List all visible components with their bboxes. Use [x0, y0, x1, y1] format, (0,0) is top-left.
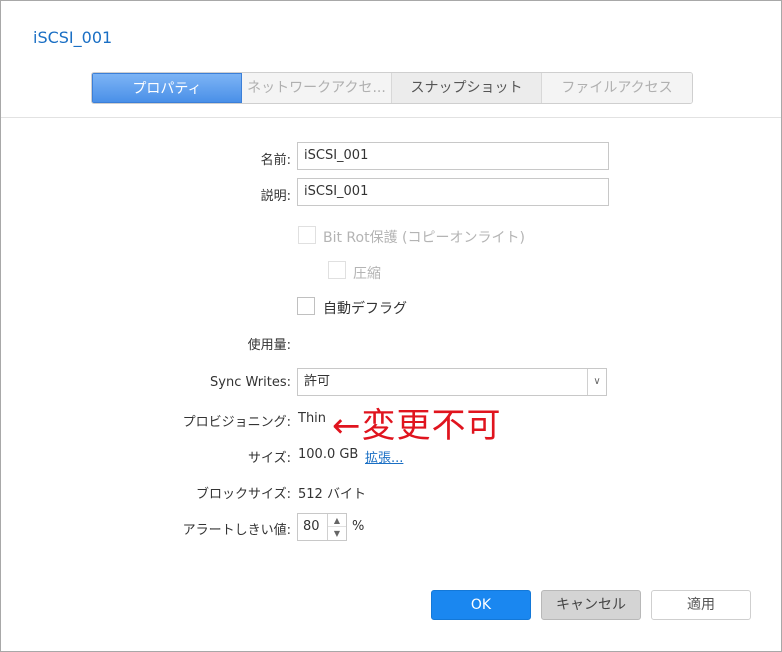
chevron-up-icon[interactable]: ▲: [328, 514, 346, 527]
description-label: 説明:: [260, 189, 291, 204]
block-size-label: ブロックサイズ:: [196, 487, 291, 502]
auto-defrag-checkbox[interactable]: [297, 297, 315, 315]
provisioning-label: プロビジョニング:: [182, 415, 291, 430]
sync-writes-value: 許可: [304, 374, 331, 389]
tab-properties[interactable]: プロパティ: [92, 73, 242, 103]
expand-link[interactable]: 拡張...: [365, 447, 403, 466]
alert-threshold-label: アラートしきい値:: [182, 523, 291, 538]
alert-threshold-stepper[interactable]: 80 ▲ ▼: [297, 513, 347, 541]
header-divider: [1, 117, 781, 118]
size-value: 100.0 GB: [298, 447, 359, 462]
apply-button[interactable]: 適用: [651, 590, 751, 620]
name-input[interactable]: iSCSI_001: [297, 142, 609, 170]
tab-bar: プロパティ ネットワークアクセ... スナップショット ファイルアクセス: [91, 72, 693, 104]
compression-label: 圧縮: [353, 266, 381, 282]
bitrot-checkbox[interactable]: [298, 226, 316, 244]
compression-checkbox[interactable]: [328, 261, 346, 279]
block-size-value: 512 バイト: [298, 487, 366, 502]
tab-snapshot[interactable]: スナップショット: [392, 73, 542, 103]
chevron-down-icon[interactable]: ∨: [587, 369, 606, 395]
name-label: 名前:: [260, 153, 291, 168]
cancel-button[interactable]: キャンセル: [541, 590, 641, 620]
size-label: サイズ:: [248, 451, 291, 466]
usage-label: 使用量:: [247, 338, 291, 353]
properties-dialog: iSCSI_001 プロパティ ネットワークアクセ... スナップショット ファ…: [0, 0, 782, 652]
dialog-title: iSCSI_001: [33, 28, 113, 47]
provisioning-value: Thin: [298, 411, 327, 426]
bitrot-label: Bit Rot保護 (コピーオンライト): [323, 230, 525, 246]
tab-file-access[interactable]: ファイルアクセス: [542, 73, 692, 103]
sync-writes-select[interactable]: 許可 ∨: [297, 368, 607, 396]
tab-network-access[interactable]: ネットワークアクセ...: [242, 73, 392, 103]
description-input[interactable]: iSCSI_001: [297, 178, 609, 206]
alert-threshold-unit: %: [352, 519, 365, 534]
stepper-buttons: ▲ ▼: [327, 514, 346, 540]
chevron-down-icon[interactable]: ▼: [328, 527, 346, 540]
cannot-change-annotation: ←変更不可: [332, 406, 502, 446]
ok-button[interactable]: OK: [431, 590, 531, 620]
auto-defrag-label: 自動デフラグ: [323, 301, 407, 317]
sync-writes-label: Sync Writes:: [210, 375, 291, 390]
alert-threshold-value: 80: [303, 519, 320, 534]
